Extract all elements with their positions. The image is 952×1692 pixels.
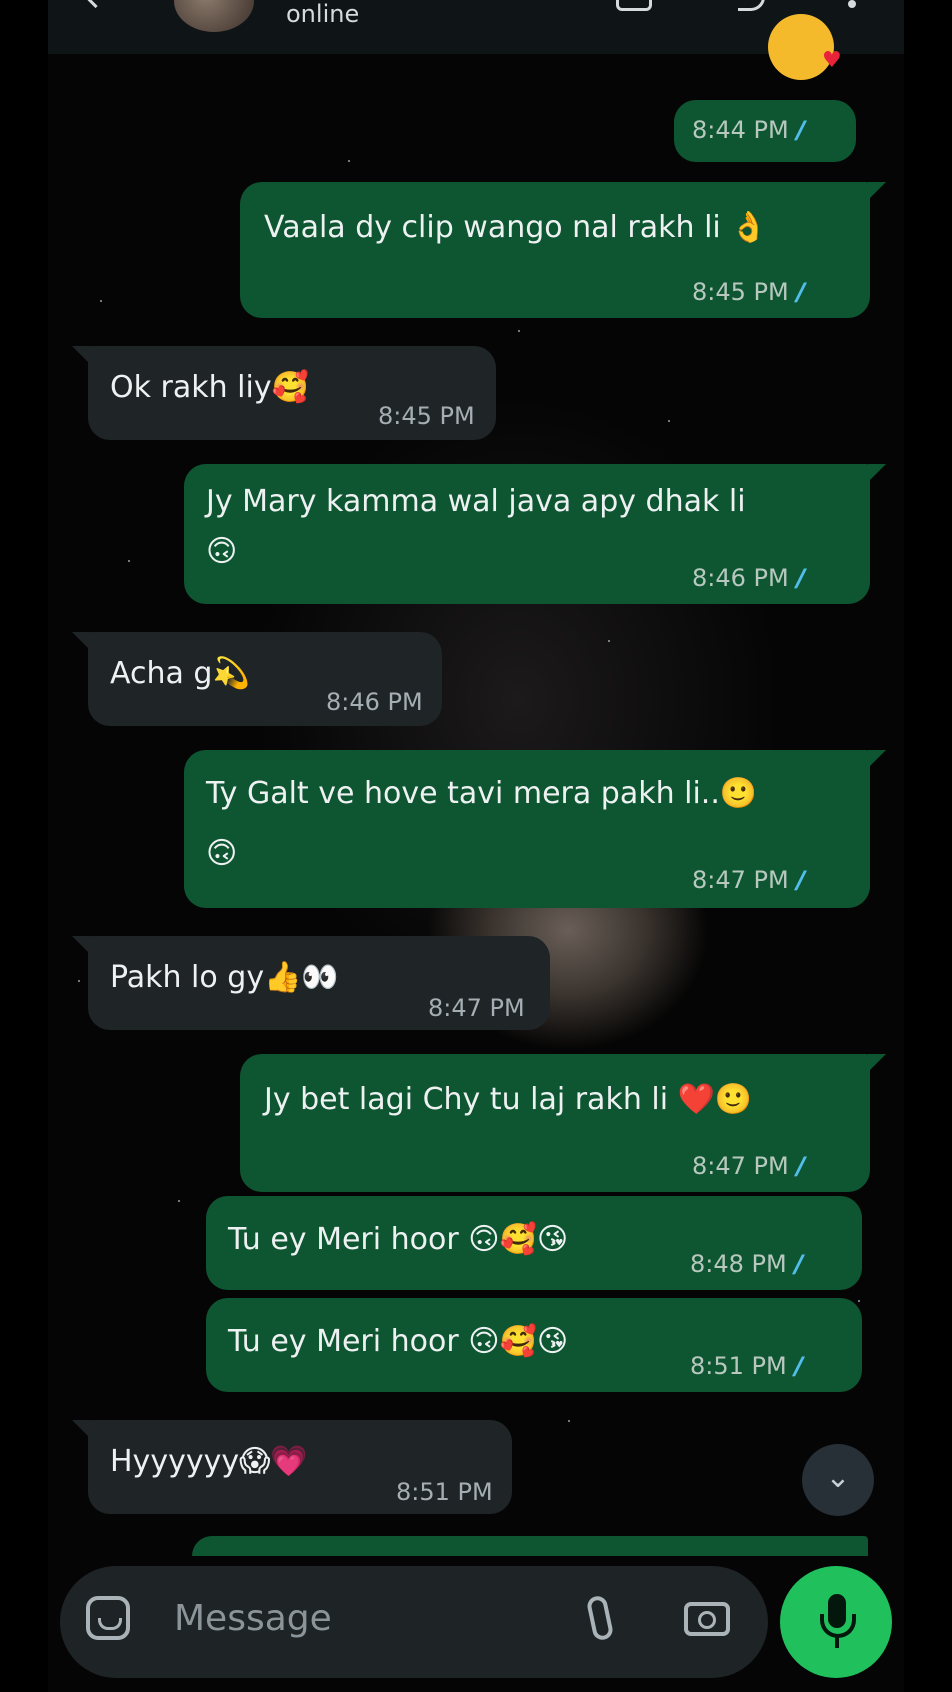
background-star (668, 420, 670, 422)
avatar[interactable] (174, 0, 254, 32)
mic-icon-arc (820, 1614, 856, 1638)
background-star (78, 980, 80, 982)
message-time: 8:46 PM (326, 688, 423, 716)
message-bubble-incoming[interactable]: Acha g💫 8:46 PM (72, 632, 442, 726)
camera-icon[interactable] (684, 1602, 730, 1636)
message-time: 8:51 PM// (690, 1352, 804, 1380)
sticker-icon[interactable] (86, 1596, 130, 1640)
message-input[interactable]: Message (174, 1598, 332, 1639)
time-text: 8:46 PM (692, 564, 789, 592)
back-icon[interactable] (84, 0, 107, 9)
message-bubble-outgoing[interactable]: Tu ey Meri hoor 🙃🥰😘 8:51 PM// (206, 1298, 862, 1392)
background-star (178, 1200, 180, 1202)
time-text: 8:47 PM (692, 1152, 789, 1180)
message-text: Acha g💫 (110, 656, 250, 691)
message-text: Vaala dy clip wango nal rakh li 👌 (264, 210, 768, 245)
time-text: 8:47 PM (692, 866, 789, 894)
time-text: 8:51 PM (690, 1352, 787, 1380)
scroll-down-icon: ⌄ (825, 1460, 851, 1495)
message-time: 8:44 PM// (692, 116, 806, 144)
message-time: 8:48 PM// (690, 1250, 804, 1278)
message-text: Jy Mary kamma wal java apy dhak li (206, 484, 746, 519)
emoji-message-partial: ♥ (768, 14, 842, 80)
background-star (608, 640, 610, 642)
message-time: 8:47 PM// (692, 1152, 806, 1180)
background-star (348, 160, 350, 162)
background-star (518, 330, 520, 332)
message-text: Pakh lo gy👍👀 (110, 960, 339, 995)
background-star (568, 1420, 570, 1422)
message-time: 8:45 PM// (692, 278, 806, 306)
message-text: Ok rakh liy🥰 (110, 370, 309, 405)
message-text-line2: 🙃 (206, 836, 238, 871)
background-star (858, 1300, 860, 1302)
video-call-icon[interactable] (616, 0, 652, 11)
message-time: 8:47 PM// (692, 866, 806, 894)
message-time: 8:51 PM (396, 1478, 493, 1506)
message-bubble-partial (192, 1536, 868, 1556)
message-text: Hyyyyyy😱💗 (110, 1444, 308, 1479)
mic-icon-stem (835, 1636, 839, 1648)
chat-screen: online ♥ 8:44 PM// Vaala dy clip wango n… (48, 0, 904, 1692)
message-bubble-incoming[interactable]: Hyyyyyy😱💗 8:51 PM (72, 1420, 512, 1514)
voice-call-icon[interactable] (738, 0, 765, 11)
message-text: Jy bet lagi Chy tu laj rakh li ❤️🙂 (264, 1082, 753, 1117)
mic-button[interactable] (780, 1566, 892, 1678)
message-time: 8:47 PM (428, 994, 525, 1022)
message-text: Tu ey Meri hoor 🙃🥰😘 (228, 1222, 569, 1257)
message-bubble-outgoing[interactable]: Ty Galt ve hove tavi mera pakh li..🙂 🙃 8… (184, 750, 886, 908)
heart-icon: ♥ (822, 48, 842, 73)
background-star (100, 300, 102, 302)
message-time: 8:46 PM// (692, 564, 806, 592)
message-composer[interactable]: Message (60, 1566, 768, 1678)
contact-status: online (286, 0, 360, 28)
time-text: 8:48 PM (690, 1250, 787, 1278)
time-text: 8:45 PM (692, 278, 789, 306)
more-icon[interactable] (848, 0, 856, 8)
message-bubble-outgoing[interactable]: Tu ey Meri hoor 🙃🥰😘 8:48 PM// (206, 1196, 862, 1290)
time-text: 8:44 PM (692, 116, 789, 144)
message-text: Ty Galt ve hove tavi mera pakh li..🙂 (206, 776, 758, 811)
message-bubble-outgoing[interactable]: Jy bet lagi Chy tu laj rakh li ❤️🙂 8:47 … (240, 1054, 886, 1192)
message-time: 8:45 PM (378, 402, 475, 430)
message-text-line2: 🙃 (206, 534, 238, 569)
message-bubble-incoming[interactable]: Pakh lo gy👍👀 8:47 PM (72, 936, 550, 1030)
message-bubble-outgoing[interactable]: Jy Mary kamma wal java apy dhak li 🙃 8:4… (184, 464, 886, 604)
message-bubble-incoming[interactable]: Ok rakh liy🥰 8:45 PM (72, 346, 496, 440)
attach-icon[interactable] (585, 1594, 615, 1642)
message-bubble-outgoing[interactable]: Vaala dy clip wango nal rakh li 👌 8:45 P… (240, 182, 886, 318)
scroll-down-button[interactable]: ⌄ (802, 1444, 874, 1516)
message-text: Tu ey Meri hoor 🙃🥰😘 (228, 1324, 569, 1359)
background-star (128, 560, 130, 562)
message-bubble-outgoing[interactable]: 8:44 PM// (674, 100, 856, 162)
